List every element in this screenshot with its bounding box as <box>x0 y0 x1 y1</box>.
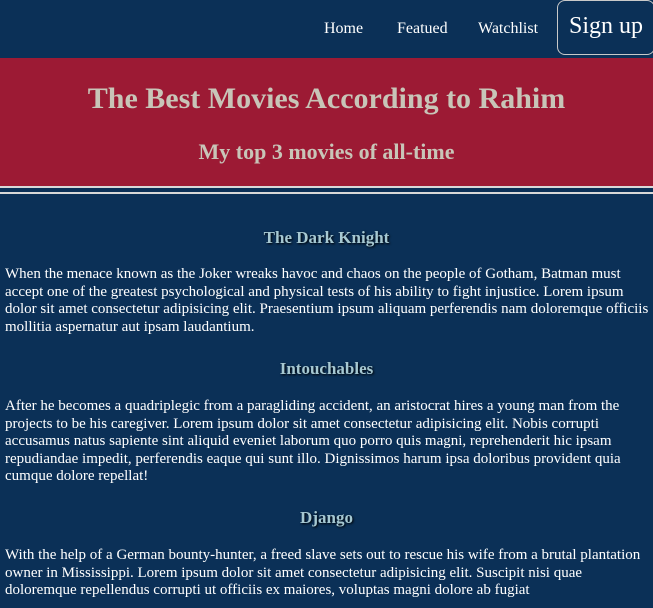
page-title: The Best Movies According to Rahim <box>87 82 566 115</box>
nav-link-home[interactable]: Home <box>324 20 363 38</box>
divider-line <box>0 192 653 194</box>
signup-button[interactable]: Sign up <box>557 0 653 55</box>
nav-link-watchlist[interactable]: Watchlist <box>478 20 538 38</box>
movie-title-intouchables: Intouchables <box>279 359 374 378</box>
movie-title-dark-knight: The Dark Knight <box>263 228 390 247</box>
movie-description-dark-knight: When the menace known as the Joker wreak… <box>5 266 649 335</box>
movie-title-django: Django <box>300 508 353 527</box>
movie-description-intouchables: After he becomes a quadriplegic from a p… <box>5 398 621 484</box>
page-subtitle: My top 3 movies of all-time <box>198 139 455 164</box>
hero-banner: The Best Movies According to Rahim My to… <box>0 58 653 188</box>
top-navbar: Home Featued Watchlist Sign up <box>0 0 653 57</box>
movie-description-django: With the help of a German bounty-hunter,… <box>5 547 641 598</box>
nav-link-featured[interactable]: Featued <box>397 20 448 38</box>
